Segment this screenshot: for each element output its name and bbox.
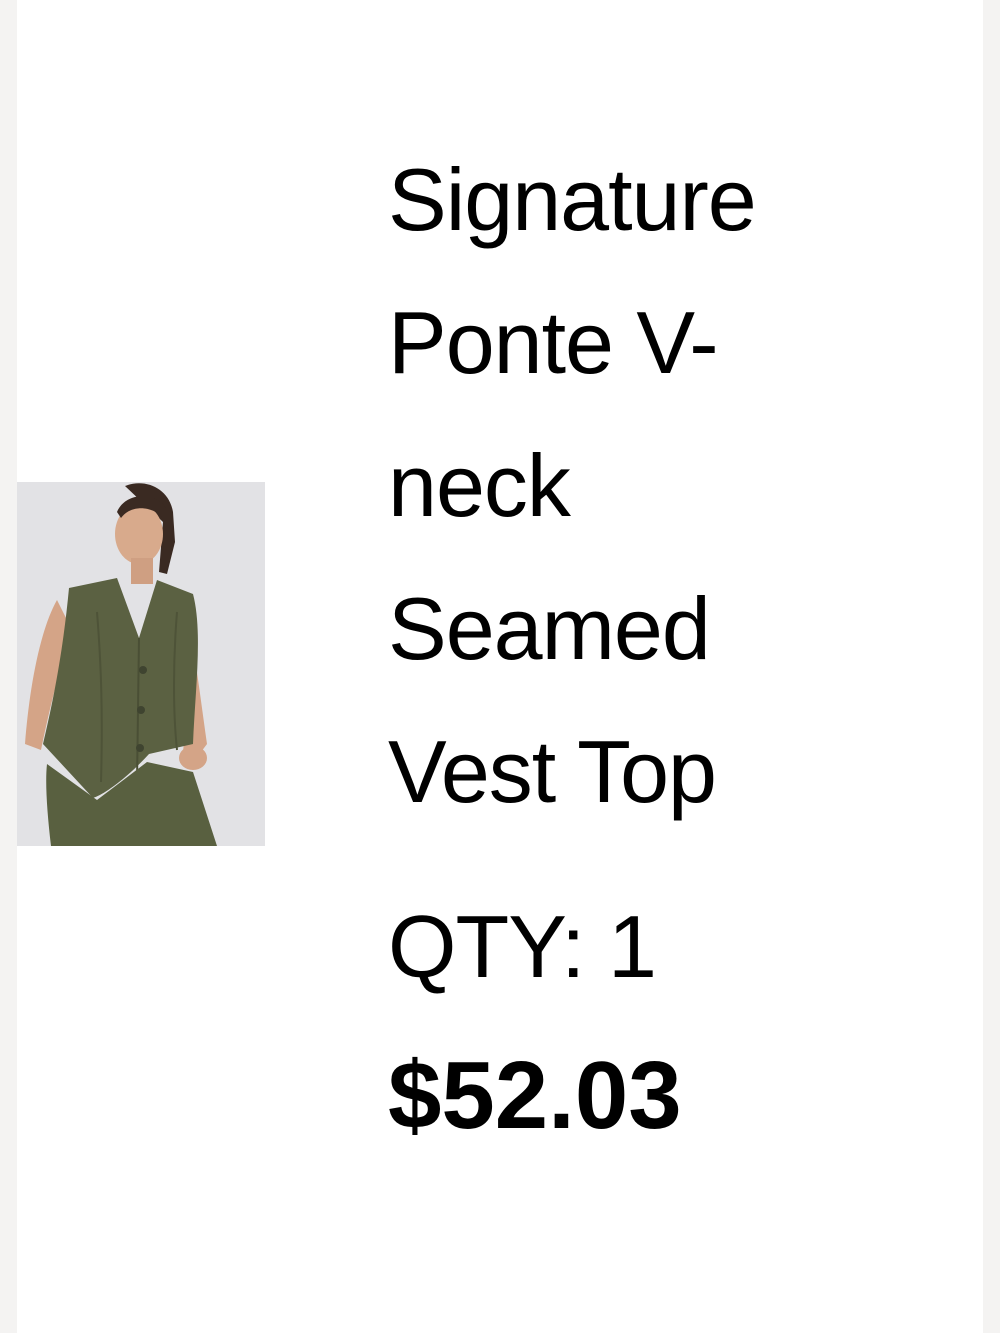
- product-card: Signature Ponte V- neck Seamed Vest Top …: [17, 0, 983, 1333]
- product-title-line: Ponte V-: [388, 293, 719, 392]
- product-title-line: Signature: [388, 150, 757, 249]
- quantity-label: QTY: 1: [388, 897, 657, 996]
- price-label: $52.03: [388, 1042, 682, 1149]
- product-info: Signature Ponte V- neck Seamed Vest Top …: [388, 128, 948, 1151]
- product-title-line: Vest Top: [388, 722, 717, 821]
- product-title[interactable]: Signature Ponte V- neck Seamed Vest Top: [388, 128, 948, 843]
- product-title-line: Seamed: [388, 579, 711, 678]
- product-title-line: neck: [388, 436, 571, 535]
- product-photo-illustration: [17, 482, 265, 846]
- product-image[interactable]: [17, 482, 265, 846]
